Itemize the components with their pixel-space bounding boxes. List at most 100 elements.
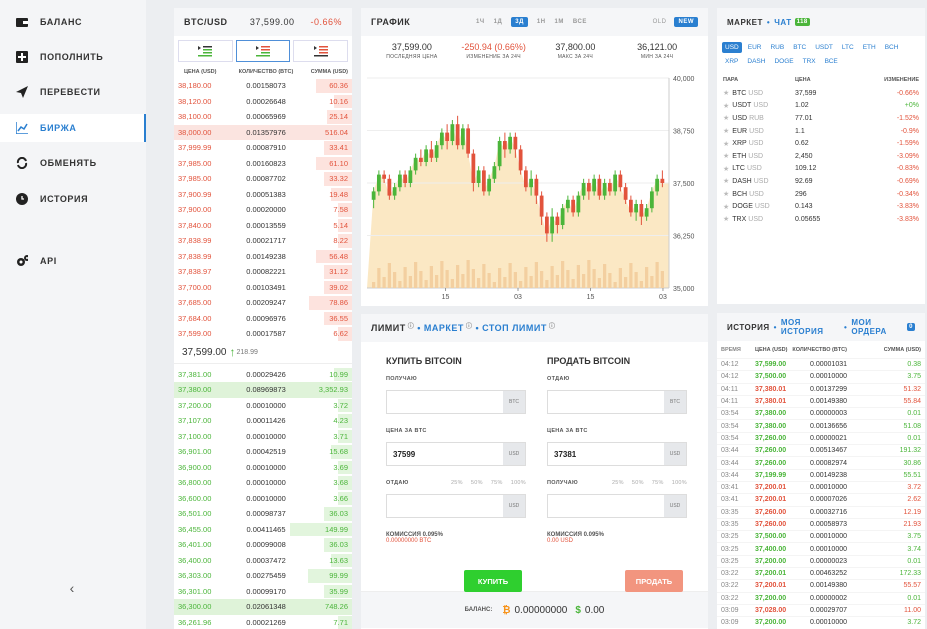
market-tab-trx[interactable]: TRX: [800, 56, 819, 67]
timeframe-1[interactable]: 1Д: [494, 19, 503, 25]
view-both-button[interactable]: [235, 40, 291, 62]
collapse-sidebar-button[interactable]: ‹: [60, 576, 84, 600]
timeframe-5[interactable]: ВСЕ: [573, 19, 587, 25]
buy-pct-25[interactable]: 25%: [451, 480, 463, 486]
bid-row[interactable]: 36,301.00 0.00099170 35.99: [174, 584, 352, 600]
sell-give-input[interactable]: BTC: [547, 390, 687, 414]
chat-tab[interactable]: ЧАТ: [774, 18, 791, 27]
bid-row[interactable]: 36,800.00 0.00010000 3.68: [174, 475, 352, 491]
market-tab-dash[interactable]: DASH: [744, 56, 768, 67]
my-history-tab[interactable]: МОЯ ИСТОРИЯ: [781, 318, 840, 336]
view-bids-button[interactable]: [178, 40, 233, 62]
star-icon[interactable]: ★: [723, 127, 729, 135]
sell-button[interactable]: ПРОДАТЬ: [625, 570, 683, 592]
market-tab-все[interactable]: ВСЕ: [822, 56, 841, 67]
sell-receive-input[interactable]: USD: [547, 494, 687, 518]
ask-row[interactable]: 37,900.99 0.00051383 19.48: [174, 187, 352, 203]
bid-row[interactable]: 37,107.00 0.00011426 4.23: [174, 413, 352, 429]
ask-row[interactable]: 37,900.00 0.00020000 7.58: [174, 202, 352, 218]
bid-row[interactable]: 36,501.00 0.00098737 36.03: [174, 506, 352, 522]
bid-row[interactable]: 36,400.00 0.00037472 13.63: [174, 553, 352, 569]
market-tab-ltc[interactable]: LTC: [839, 42, 857, 53]
ask-row[interactable]: 38,000.00 0.01357976 516.04: [174, 124, 352, 140]
ask-row[interactable]: 37,599.00 0.00017587 6.62: [174, 326, 352, 342]
star-icon[interactable]: ★: [723, 140, 729, 148]
market-row[interactable]: ★ ETH USD 2,450 -3.09%: [717, 150, 925, 163]
market-tab-doge[interactable]: DOGE: [771, 56, 796, 67]
bid-row[interactable]: 37,381.00 0.00029426 10.99: [174, 367, 352, 383]
sell-pct-100[interactable]: 100%: [672, 480, 687, 486]
bid-row[interactable]: 36,300.00 0.02061348 748.26: [174, 599, 352, 615]
ask-row[interactable]: 37,985.00 0.00160823 61.10: [174, 156, 352, 172]
ask-row[interactable]: 37,840.00 0.00013559 5.14: [174, 218, 352, 234]
sidebar-item-exchange[interactable]: БИРЖА: [0, 114, 146, 142]
sidebar-item-history[interactable]: ИСТОРИЯ: [0, 185, 146, 213]
candlestick-chart[interactable]: 40,000 38,750 37,500 36,250 35,000 15 03 15 03: [361, 74, 708, 304]
view-asks-button[interactable]: [293, 40, 349, 62]
sidebar-item-api[interactable]: API: [0, 247, 146, 275]
sidebar-item-transfer[interactable]: ПЕРЕВЕСТИ: [0, 78, 146, 106]
ask-row[interactable]: 38,100.00 0.00065969 25.14: [174, 109, 352, 125]
ask-row[interactable]: 37,999.99 0.00087910 33.41: [174, 140, 352, 156]
ask-row[interactable]: 37,838.99 0.00021717 8.22: [174, 233, 352, 249]
buy-pct-50[interactable]: 50%: [471, 480, 483, 486]
sell-price-input[interactable]: 37381 USD: [547, 442, 687, 466]
market-tab-usdt[interactable]: USDT: [812, 42, 836, 53]
sidebar-item-swap[interactable]: ОБМЕНЯТЬ: [0, 149, 146, 177]
star-icon[interactable]: ★: [723, 215, 729, 223]
star-icon[interactable]: ★: [723, 152, 729, 160]
bid-row[interactable]: 36,455.00 0.00411465 149.99: [174, 522, 352, 538]
ask-row[interactable]: 37,985.00 0.00087702 33.32: [174, 171, 352, 187]
buy-button[interactable]: КУПИТЬ: [464, 570, 522, 592]
bid-row[interactable]: 36,261.96 0.00021269 7.71: [174, 615, 352, 629]
sell-pct-50[interactable]: 50%: [632, 480, 644, 486]
buy-receive-input[interactable]: BTC: [386, 390, 526, 414]
market-tab-usd[interactable]: USD: [722, 42, 742, 53]
bid-row[interactable]: 36,901.00 0.00042519 15.68: [174, 444, 352, 460]
market-row[interactable]: ★ XRP USD 0.62 -1.59%: [717, 137, 925, 150]
buy-pct-100[interactable]: 100%: [511, 480, 526, 486]
bid-row[interactable]: 36,900.00 0.00010000 3.69: [174, 460, 352, 476]
market-row[interactable]: ★ USD RUB 77.01 -1.52%: [717, 112, 925, 125]
market-row[interactable]: ★ EUR USD 1.1 -0.9%: [717, 125, 925, 138]
ask-row[interactable]: 37,684.00 0.00096976 36.55: [174, 311, 352, 327]
bid-row[interactable]: 36,401.00 0.00099008 36.03: [174, 537, 352, 553]
buy-price-input[interactable]: 37599 USD: [386, 442, 526, 466]
new-chart-badge[interactable]: NEW: [674, 17, 698, 27]
market-tab-btc[interactable]: BTC: [790, 42, 809, 53]
timeframe-2[interactable]: 3Д: [511, 17, 528, 27]
market-row[interactable]: ★ TRX USD 0.05655 -3.83%: [717, 213, 925, 226]
my-orders-tab[interactable]: МОИ ОРДЕРА: [851, 318, 904, 336]
market-tab-rub[interactable]: RUB: [767, 42, 787, 53]
market-tab-eth[interactable]: ETH: [860, 42, 879, 53]
sell-pct-25[interactable]: 25%: [612, 480, 624, 486]
bid-row[interactable]: 36,303.00 0.00275459 99.99: [174, 568, 352, 584]
ask-row[interactable]: 38,180.00 0.00158073 60.36: [174, 78, 352, 94]
market-tab-xrp[interactable]: XRP: [722, 56, 741, 67]
buy-pct-75[interactable]: 75%: [491, 480, 503, 486]
bid-row[interactable]: 36,600.00 0.00010000 3.66: [174, 491, 352, 507]
market-row[interactable]: ★ DOGE USD 0.143 -3.83%: [717, 200, 925, 213]
ask-row[interactable]: 38,120.00 0.00026648 10.16: [174, 94, 352, 110]
market-row[interactable]: ★ DASH USD 92.69 -0.69%: [717, 175, 925, 188]
market-row[interactable]: ★ BCH USD 296 -0.34%: [717, 188, 925, 201]
ask-row[interactable]: 37,685.00 0.00209247 78.86: [174, 295, 352, 311]
star-icon[interactable]: ★: [723, 114, 729, 122]
tab-stop-limit[interactable]: СТОП ЛИМИТ: [482, 323, 547, 333]
tab-limit[interactable]: ЛИМИТ: [371, 323, 406, 333]
sidebar-item-deposit[interactable]: ПОПОЛНИТЬ: [0, 43, 146, 71]
market-row[interactable]: ★ USDT USD 1.02 +0%: [717, 100, 925, 113]
old-chart-toggle[interactable]: OLD: [653, 19, 667, 25]
ask-row[interactable]: 37,838.97 0.00082221 31.12: [174, 264, 352, 280]
bid-row[interactable]: 37,200.00 0.00010000 3.72: [174, 398, 352, 414]
market-row[interactable]: ★ LTC USD 109.12 -0.83%: [717, 163, 925, 176]
star-icon[interactable]: ★: [723, 203, 729, 211]
star-icon[interactable]: ★: [723, 89, 729, 97]
market-row[interactable]: ★ BTC USD 37,599 -0.66%: [717, 87, 925, 100]
tab-market[interactable]: МАРКЕТ: [424, 323, 464, 333]
ask-row[interactable]: 37,838.99 0.00149238 56.48: [174, 249, 352, 265]
star-icon[interactable]: ★: [723, 177, 729, 185]
timeframe-0[interactable]: 1Ч: [476, 19, 485, 25]
sidebar-item-balance[interactable]: БАЛАНС: [0, 8, 146, 36]
sell-pct-75[interactable]: 75%: [652, 480, 664, 486]
